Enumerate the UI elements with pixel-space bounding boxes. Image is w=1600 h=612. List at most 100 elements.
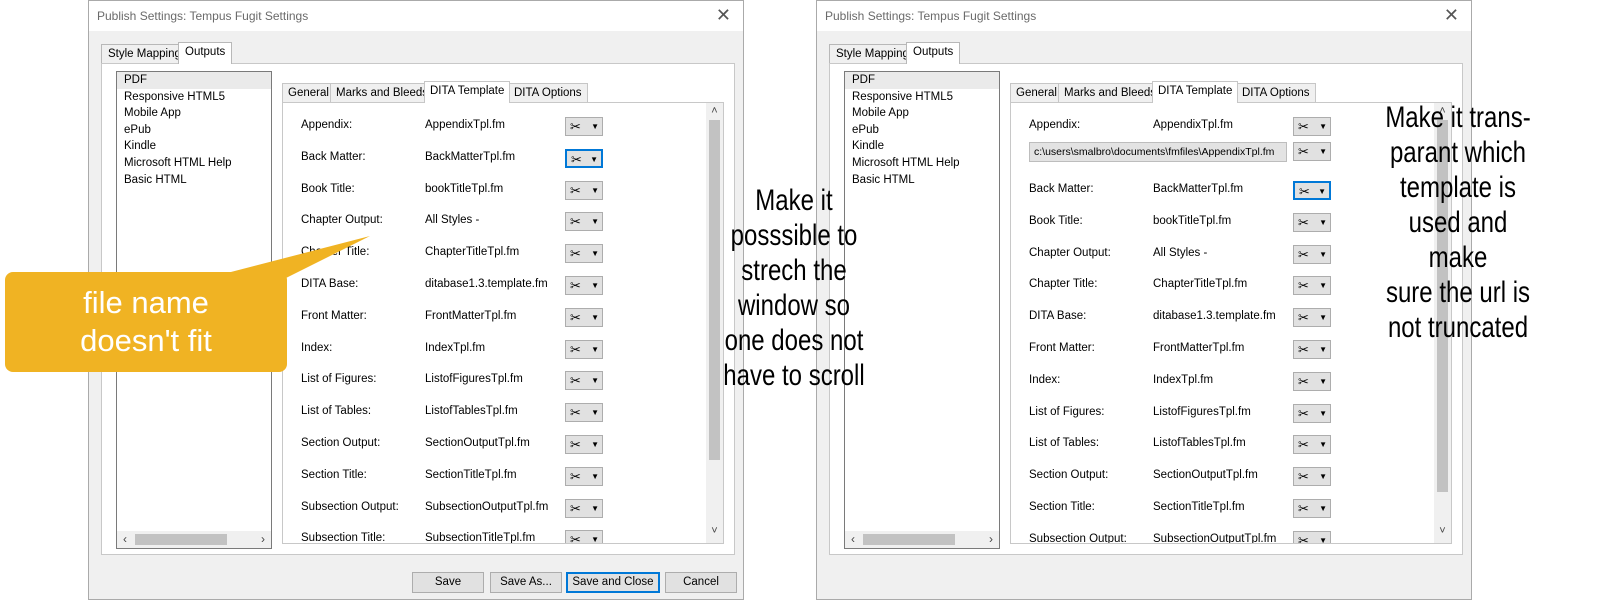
list-item[interactable]: Microsoft HTML Help xyxy=(845,155,999,172)
template-picker-button[interactable]: ✂ ▼ xyxy=(565,371,603,391)
template-row-value: AppendixTpl.fm xyxy=(425,119,505,131)
list-item[interactable]: Kindle xyxy=(845,138,999,155)
template-picker-button[interactable]: ✂ ▼ xyxy=(1293,435,1331,455)
list-item[interactable]: PDF xyxy=(845,72,999,89)
template-picker-button[interactable]: ✂ ▼ xyxy=(565,435,603,454)
annotation-middle: Make it posssible to strech the window so on… xyxy=(723,184,865,392)
template-picker-button[interactable]: ✂ ▼ xyxy=(1293,530,1331,544)
template-picker-button[interactable]: ✂ ▼ xyxy=(1293,244,1331,264)
template-row-value: ditabase1.3.template.fm xyxy=(425,278,548,290)
template-picker-button[interactable]: ✂ ▼ xyxy=(565,530,603,543)
template-row-value: FrontMatterTpl.fm xyxy=(425,309,517,322)
scissors-icon: ✂ xyxy=(570,182,581,198)
chevron-down-icon: ▼ xyxy=(591,471,599,481)
tab-outputs[interactable]: Outputs xyxy=(906,42,961,64)
chevron-right-icon[interactable]: › xyxy=(255,531,271,548)
scissors-icon: ✂ xyxy=(1298,405,1309,421)
template-picker-button[interactable]: ✂ ▼ xyxy=(1293,142,1331,161)
chevron-down-icon[interactable]: ˅ xyxy=(1434,523,1451,539)
template-row-value: All Styles - xyxy=(425,214,480,227)
tab-marks-and-bleeds[interactable]: Marks and Bleeds xyxy=(1058,83,1163,102)
template-row-label: List of Figures: xyxy=(1029,405,1105,418)
template-picker-button[interactable]: ✂ ▼ xyxy=(1293,212,1331,232)
template-row-label: Chapter Title: xyxy=(1029,278,1098,291)
scrollbar-thumb[interactable] xyxy=(863,534,955,545)
tab-dita-template[interactable]: DITA Template xyxy=(424,81,511,103)
save-button[interactable]: Save xyxy=(412,572,484,593)
chevron-down-icon[interactable]: ˅ xyxy=(706,523,723,539)
template-picker-button[interactable]: ✂ ▼ xyxy=(565,498,603,518)
list-item[interactable]: Responsive HTML5 xyxy=(845,89,999,106)
chevron-down-icon: ▼ xyxy=(591,122,599,131)
chevron-up-icon[interactable]: ˄ xyxy=(706,103,723,119)
chevron-left-icon[interactable]: ‹ xyxy=(117,531,133,548)
template-picker-button[interactable]: ✂ ▼ xyxy=(1293,181,1331,200)
template-picker-button[interactable]: ✂ ▼ xyxy=(1293,403,1331,423)
scissors-icon: ✂ xyxy=(1298,278,1309,294)
scrollbar-thumb[interactable] xyxy=(135,534,227,545)
template-row-label: Chapter Output: xyxy=(1029,246,1111,259)
horizontal-scrollbar[interactable]: ‹ › xyxy=(117,531,271,548)
template-row-value: IndexTpl.fm xyxy=(425,341,486,354)
save-and-close-button[interactable]: Save and Close xyxy=(566,572,660,593)
template-picker-button[interactable]: ✂ ▼ xyxy=(565,180,603,200)
template-row-label: Appendix: xyxy=(1029,119,1081,131)
template-row-value: SectionTitleTpl.fm xyxy=(1153,501,1245,513)
template-row-label: Index: xyxy=(1029,373,1061,386)
template-picker-button[interactable]: ✂ ▼ xyxy=(1293,371,1331,391)
template-row-value: ListofFiguresTpl.fm xyxy=(425,373,523,386)
template-row-label: DITA Base: xyxy=(1029,310,1087,323)
template-picker-button[interactable]: ✂ ▼ xyxy=(565,307,603,327)
template-picker-button[interactable]: ✂ ▼ xyxy=(1293,117,1331,136)
template-row-label: List of Tables: xyxy=(1029,437,1100,450)
list-item[interactable]: ePub xyxy=(845,122,999,139)
tab-general[interactable]: General xyxy=(1010,83,1063,102)
template-row-value: ListofFiguresTpl.fm xyxy=(1153,405,1251,418)
template-picker-button[interactable]: ✂ ▼ xyxy=(1293,308,1331,328)
tab-dita-template[interactable]: DITA Template xyxy=(1152,81,1239,103)
chevron-right-icon[interactable]: › xyxy=(983,531,999,548)
template-picker-button[interactable]: ✂ ▼ xyxy=(565,403,603,423)
scissors-icon: ✂ xyxy=(1298,119,1309,134)
template-row-value: AppendixTpl.fm xyxy=(1153,119,1233,131)
scissors-icon: ✂ xyxy=(1298,373,1309,389)
scissors-icon: ✂ xyxy=(1298,144,1309,159)
tab-dita-options[interactable]: DITA Options xyxy=(508,83,588,102)
save-as-button[interactable]: Save As... xyxy=(490,572,562,593)
template-row-value: SubsectionOutputTpl.fm xyxy=(425,500,549,513)
scissors-icon: ✂ xyxy=(570,309,581,325)
close-icon[interactable]: ✕ xyxy=(1444,5,1459,25)
template-row-value: All Styles - xyxy=(1153,246,1208,259)
template-picker-button[interactable]: ✂ ▼ xyxy=(565,212,603,232)
chevron-down-icon: ▼ xyxy=(1319,408,1327,418)
template-picker-button[interactable]: ✂ ▼ xyxy=(1293,499,1331,518)
template-picker-button[interactable]: ✂ ▼ xyxy=(565,339,603,359)
template-picker-button[interactable]: ✂ ▼ xyxy=(565,148,603,168)
template-picker-button[interactable]: ✂ ▼ xyxy=(565,466,603,486)
template-row-label: Front Matter: xyxy=(301,309,367,322)
scissors-icon: ✂ xyxy=(1298,532,1309,544)
template-picker-button[interactable]: ✂ ▼ xyxy=(565,244,603,264)
chevron-down-icon: ▼ xyxy=(591,376,599,386)
tab-style-mapping[interactable]: Style Mapping xyxy=(829,44,916,63)
template-url-field[interactable]: c:\users\smalbro\documents\fmfiles\Appen… xyxy=(1029,142,1287,162)
horizontal-scrollbar[interactable]: ‹ › xyxy=(845,531,999,548)
chevron-down-icon: ▼ xyxy=(1318,187,1326,196)
list-item[interactable]: Mobile App xyxy=(845,105,999,122)
close-icon[interactable]: ✕ xyxy=(716,5,731,25)
chevron-down-icon: ▼ xyxy=(1319,313,1327,323)
template-picker-button[interactable]: ✂ ▼ xyxy=(565,276,603,295)
template-picker-button[interactable]: ✂ ▼ xyxy=(1293,340,1331,359)
callout-bubble: file name doesn't fit xyxy=(5,272,287,372)
cancel-button[interactable]: Cancel xyxy=(665,572,737,593)
chevron-down-icon: ▼ xyxy=(591,503,599,513)
template-row-label: Index: xyxy=(301,341,333,354)
tab-dita-options[interactable]: DITA Options xyxy=(1236,83,1316,102)
template-row-value: ditabase1.3.template.fm xyxy=(1153,310,1276,323)
template-row-value: bookTitleTpl.fm xyxy=(1153,214,1232,227)
chevron-left-icon[interactable]: ‹ xyxy=(845,531,861,548)
tab-outputs[interactable]: Outputs xyxy=(178,42,233,64)
template-picker-button[interactable]: ✂ ▼ xyxy=(1293,276,1331,296)
template-picker-button[interactable]: ✂ ▼ xyxy=(1293,467,1331,487)
template-picker-button[interactable]: ✂ ▼ xyxy=(565,117,603,136)
